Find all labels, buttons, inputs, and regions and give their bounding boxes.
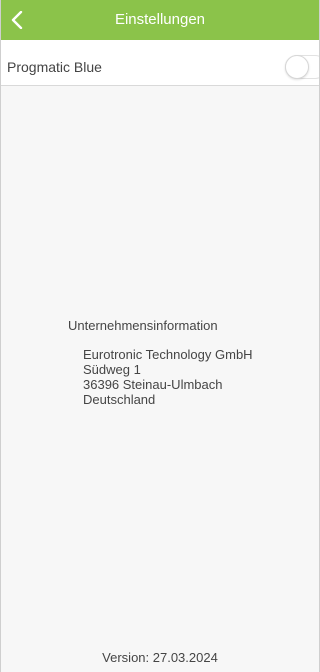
company-name: Eurotronic Technology GmbH xyxy=(83,347,253,362)
toggle-knob xyxy=(285,55,309,79)
progmatic-blue-toggle[interactable] xyxy=(285,55,319,79)
settings-screen: Einstellungen Progmatic Blue Unternehmen… xyxy=(0,0,320,672)
version-text: Version: 27.03.2024 xyxy=(102,650,218,665)
page-title: Einstellungen xyxy=(114,11,206,28)
company-street: Südweg 1 xyxy=(83,362,141,377)
setting-label-progmatic-blue: Progmatic Blue xyxy=(7,59,102,75)
app-header: Einstellungen xyxy=(1,0,319,40)
company-city: 36396 Steinau-Ulmbach xyxy=(83,377,223,392)
company-address: Eurotronic Technology GmbH Südweg 1 3639… xyxy=(83,347,253,407)
company-info-heading: Unternehmensinformation xyxy=(68,318,218,333)
company-country: Deutschland xyxy=(83,392,156,407)
setting-row-progmatic-blue: Progmatic Blue xyxy=(1,40,319,86)
